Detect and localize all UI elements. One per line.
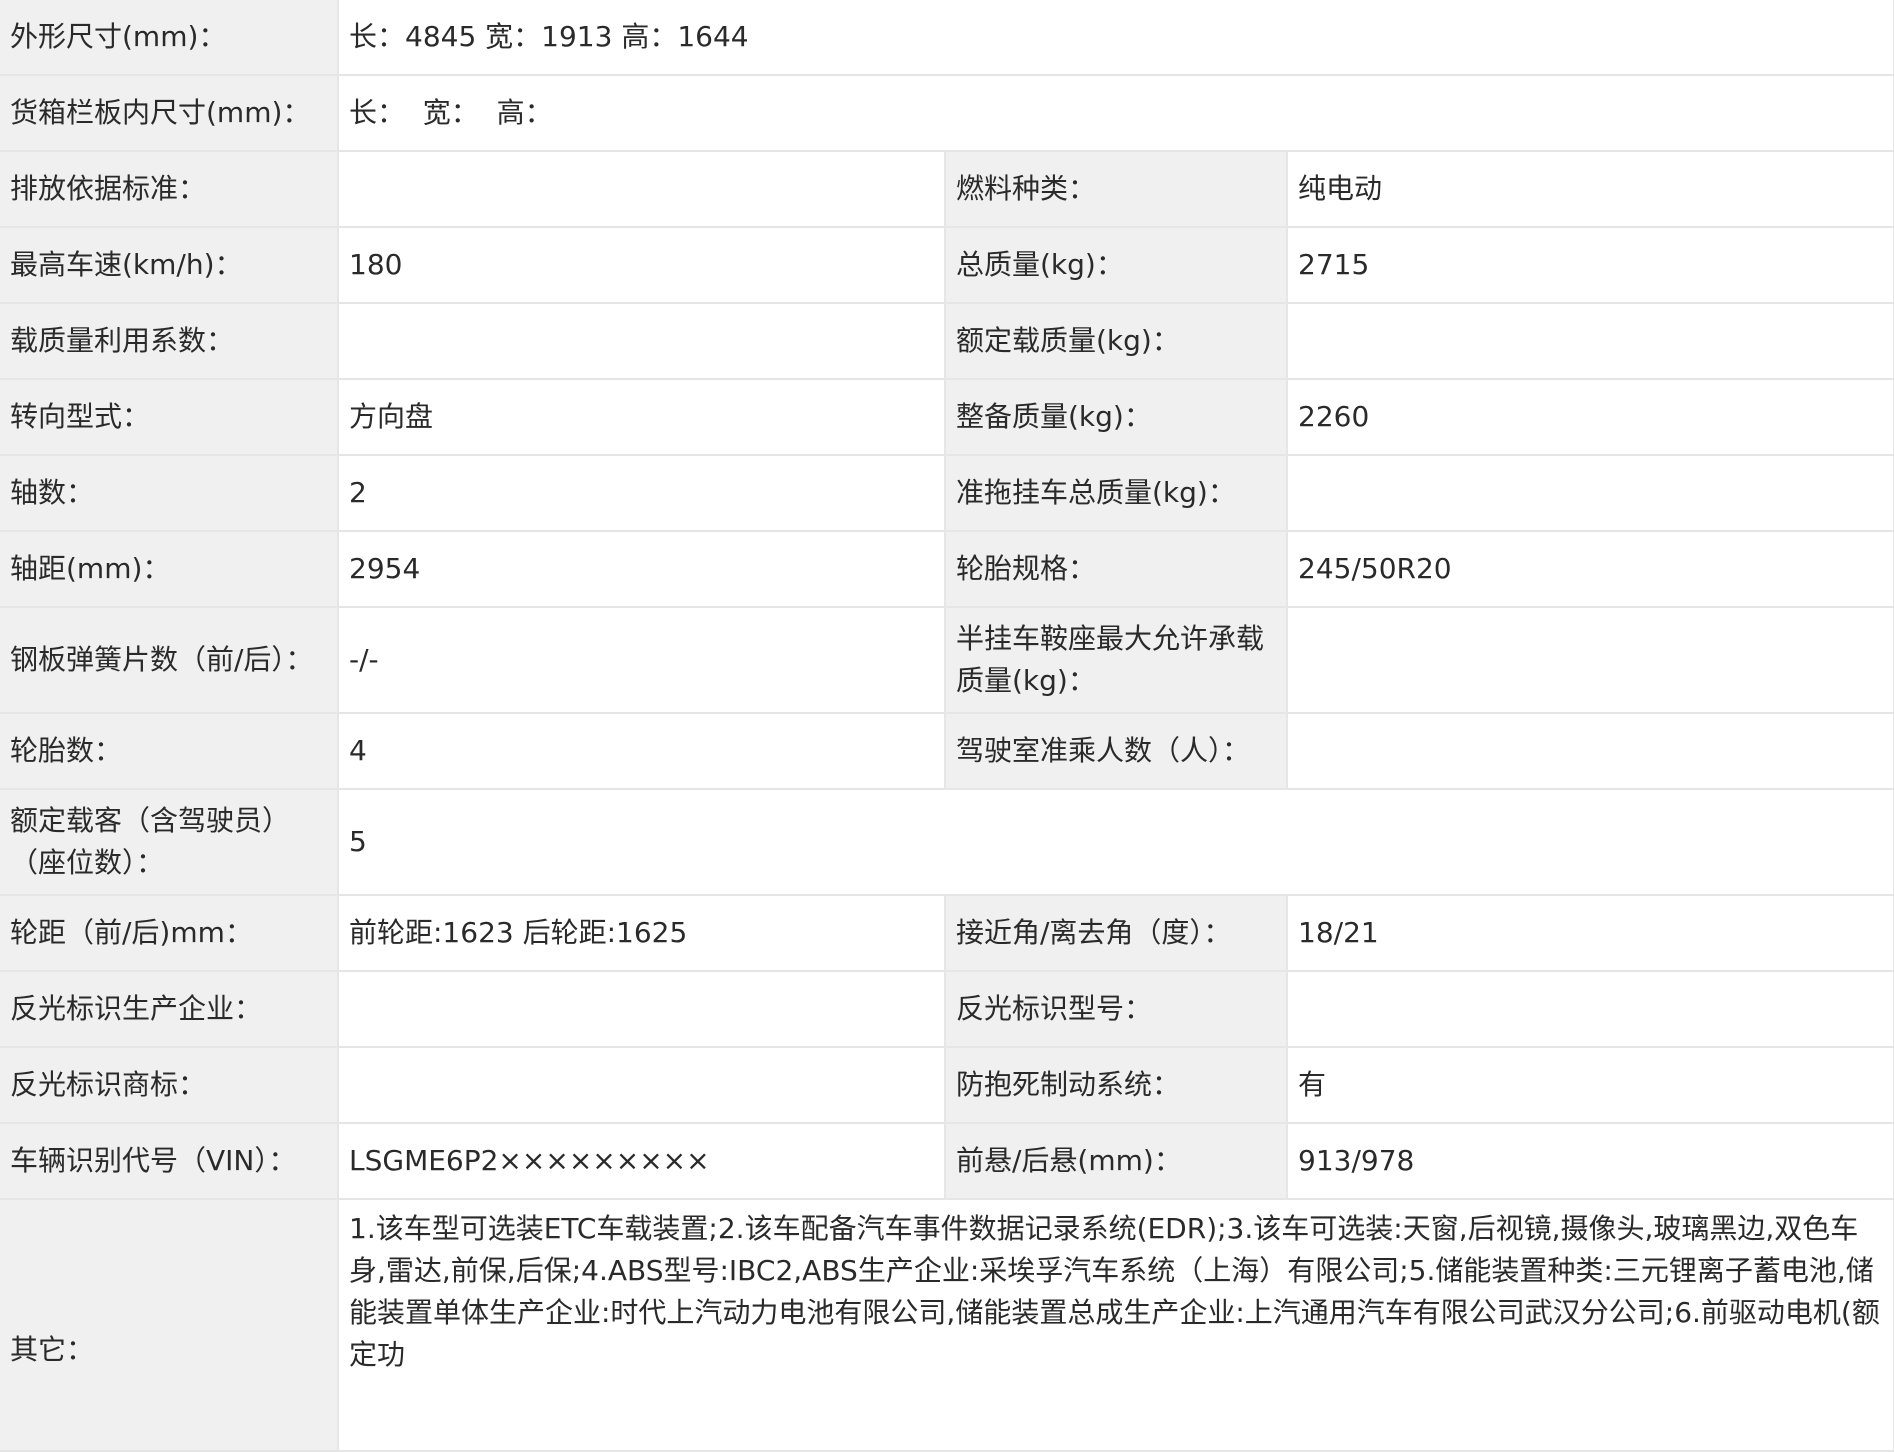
dimensions-label: 外形尺寸(mm)： bbox=[0, 0, 339, 76]
saddle-load-value bbox=[1287, 607, 1894, 714]
gross-mass-value: 2715 bbox=[1287, 227, 1894, 304]
table-row: 货箱栏板内尺寸(mm)： 长： 宽： 高： bbox=[0, 75, 1894, 152]
load-factor-label: 载质量利用系数： bbox=[0, 303, 339, 380]
reflector-brand-value bbox=[338, 1047, 946, 1124]
fuel-type-label: 燃料种类： bbox=[945, 151, 1288, 228]
angles-value: 18/21 bbox=[1287, 895, 1894, 972]
abs-label: 防抱死制动系统： bbox=[945, 1047, 1288, 1124]
saddle-load-label: 半挂车鞍座最大允许承载质量(kg)： bbox=[945, 607, 1288, 714]
rated-passengers-value: 5 bbox=[338, 789, 1894, 896]
rated-load-value bbox=[1287, 303, 1894, 380]
axles-value: 2 bbox=[338, 455, 946, 532]
leaf-springs-value: -/- bbox=[338, 607, 946, 714]
table-row: 额定载客（含驾驶员）（座位数）： 5 bbox=[0, 789, 1894, 896]
emission-standard-label: 排放依据标准： bbox=[0, 151, 339, 228]
cab-passengers-value bbox=[1287, 713, 1894, 790]
rated-load-label: 额定载质量(kg)： bbox=[945, 303, 1288, 380]
cab-passengers-label: 驾驶室准乘人数（人）： bbox=[945, 713, 1288, 790]
axles-label: 轴数： bbox=[0, 455, 339, 532]
abs-value: 有 bbox=[1287, 1047, 1894, 1124]
gross-mass-label: 总质量(kg)： bbox=[945, 227, 1288, 304]
steering-value: 方向盘 bbox=[338, 379, 946, 456]
load-factor-value bbox=[338, 303, 946, 380]
max-speed-label: 最高车速(km/h)： bbox=[0, 227, 339, 304]
other-label: 其它： bbox=[0, 1199, 339, 1452]
rated-passengers-label: 额定载客（含驾驶员）（座位数）： bbox=[0, 789, 339, 896]
wheelbase-value: 2954 bbox=[338, 531, 946, 608]
tire-spec-label: 轮胎规格： bbox=[945, 531, 1288, 608]
other-value: 1.该车型可选装ETC车载装置;2.该车配备汽车事件数据记录系统(EDR);3.… bbox=[338, 1199, 1894, 1452]
table-row: 最高车速(km/h)： 180 总质量(kg)： 2715 bbox=[0, 227, 1894, 304]
tire-spec-value: 245/50R20 bbox=[1287, 531, 1894, 608]
angles-label: 接近角/离去角（度）： bbox=[945, 895, 1288, 972]
vin-value: LSGME6P2××××××××× bbox=[338, 1123, 946, 1200]
table-row: 排放依据标准： 燃料种类： 纯电动 bbox=[0, 151, 1894, 228]
table-row: 外形尺寸(mm)： 长：4845 宽：1913 高：1644 bbox=[0, 0, 1894, 76]
overhang-value: 913/978 bbox=[1287, 1123, 1894, 1200]
reflector-brand-label: 反光标识商标： bbox=[0, 1047, 339, 1124]
reflector-model-label: 反光标识型号： bbox=[945, 971, 1288, 1048]
fuel-type-value: 纯电动 bbox=[1287, 151, 1894, 228]
table-row: 车辆识别代号（VIN）： LSGME6P2××××××××× 前悬/后悬(mm)… bbox=[0, 1123, 1894, 1200]
curb-mass-value: 2260 bbox=[1287, 379, 1894, 456]
table-row: 轮胎数： 4 驾驶室准乘人数（人）： bbox=[0, 713, 1894, 790]
overhang-label: 前悬/后悬(mm)： bbox=[945, 1123, 1288, 1200]
trailer-mass-value bbox=[1287, 455, 1894, 532]
table-row: 反光标识商标： 防抱死制动系统： 有 bbox=[0, 1047, 1894, 1124]
table-row: 轴距(mm)： 2954 轮胎规格： 245/50R20 bbox=[0, 531, 1894, 608]
leaf-springs-label: 钢板弹簧片数（前/后）： bbox=[0, 607, 339, 714]
table-row: 载质量利用系数： 额定载质量(kg)： bbox=[0, 303, 1894, 380]
table-row: 轴数： 2 准拖挂车总质量(kg)： bbox=[0, 455, 1894, 532]
track-label: 轮距（前/后)mm： bbox=[0, 895, 339, 972]
tire-count-value: 4 bbox=[338, 713, 946, 790]
max-speed-value: 180 bbox=[338, 227, 946, 304]
table-row: 轮距（前/后)mm： 前轮距:1623 后轮距:1625 接近角/离去角（度）：… bbox=[0, 895, 1894, 972]
table-row: 反光标识生产企业： 反光标识型号： bbox=[0, 971, 1894, 1048]
cargo-box-label: 货箱栏板内尺寸(mm)： bbox=[0, 75, 339, 152]
reflector-model-value bbox=[1287, 971, 1894, 1048]
vehicle-spec-table: 外形尺寸(mm)： 长：4845 宽：1913 高：1644 货箱栏板内尺寸(m… bbox=[0, 0, 1894, 1452]
reflector-maker-value bbox=[338, 971, 946, 1048]
dimensions-value: 长：4845 宽：1913 高：1644 bbox=[338, 0, 1894, 76]
table-row: 钢板弹簧片数（前/后）： -/- 半挂车鞍座最大允许承载质量(kg)： bbox=[0, 607, 1894, 714]
vin-label: 车辆识别代号（VIN）： bbox=[0, 1123, 339, 1200]
wheelbase-label: 轴距(mm)： bbox=[0, 531, 339, 608]
emission-standard-value bbox=[338, 151, 946, 228]
reflector-maker-label: 反光标识生产企业： bbox=[0, 971, 339, 1048]
curb-mass-label: 整备质量(kg)： bbox=[945, 379, 1288, 456]
tire-count-label: 轮胎数： bbox=[0, 713, 339, 790]
other-notes-text: 1.该车型可选装ETC车载装置;2.该车配备汽车事件数据记录系统(EDR);3.… bbox=[349, 1212, 1880, 1371]
cargo-box-value: 长： 宽： 高： bbox=[338, 75, 1894, 152]
steering-label: 转向型式： bbox=[0, 379, 339, 456]
trailer-mass-label: 准拖挂车总质量(kg)： bbox=[945, 455, 1288, 532]
track-value: 前轮距:1623 后轮距:1625 bbox=[338, 895, 946, 972]
table-row: 其它： 1.该车型可选装ETC车载装置;2.该车配备汽车事件数据记录系统(EDR… bbox=[0, 1199, 1894, 1452]
table-row: 转向型式： 方向盘 整备质量(kg)： 2260 bbox=[0, 379, 1894, 456]
